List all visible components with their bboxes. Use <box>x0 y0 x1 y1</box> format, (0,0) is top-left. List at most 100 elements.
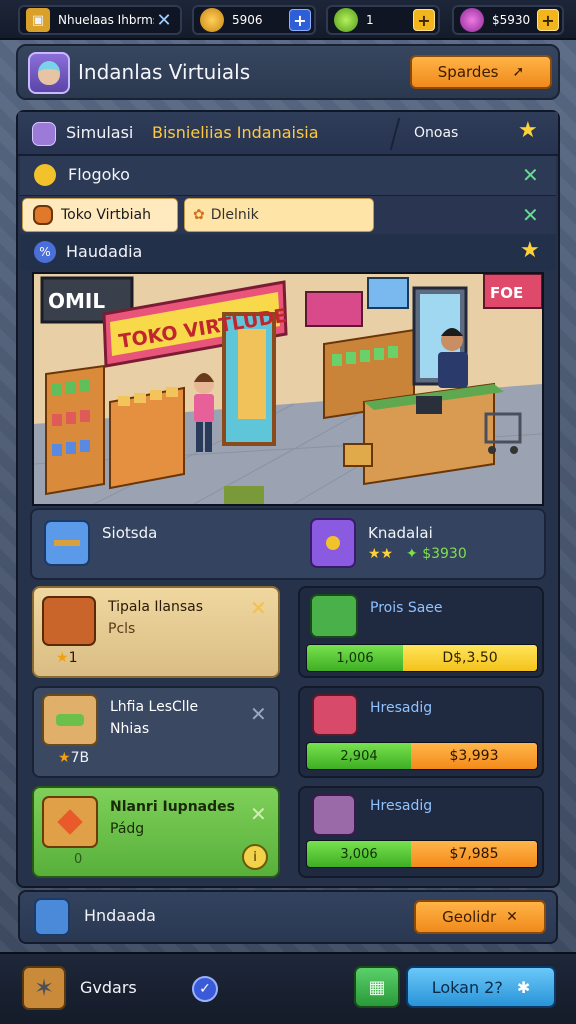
card-text: Lhfia LesClle Nhias <box>110 696 198 740</box>
store-illustration: OMIL TOKO VIRTLUDE FOE <box>34 274 542 504</box>
header-card: Indanlas Virtuials Spardes ➚ <box>16 44 560 100</box>
arrow-icon: ➚ <box>512 64 525 80</box>
product-card-2[interactable]: Lhfia LesClle Nhias ✕ ★7B <box>32 686 280 778</box>
section-label: Flogoko <box>68 165 130 184</box>
price-card-3[interactable]: Hresadig 3,006 $7,985 <box>298 786 544 878</box>
product-card-1[interactable]: Tipala Ilansas Pcls ✕ ★1 <box>32 586 280 678</box>
purple-box-icon <box>312 794 356 836</box>
package-icon <box>34 898 70 936</box>
folder-icon: ▣ <box>26 8 50 32</box>
sim-highlight: Bisnieliias Indanaisia <box>152 123 319 142</box>
cash-value: $5930 <box>492 13 531 27</box>
price-card-1[interactable]: Prois Saee 1,006 D$,3.50 <box>298 586 544 678</box>
gems-value: 1 <box>366 13 374 27</box>
close-icon[interactable]: ✕ <box>522 163 539 187</box>
section-row[interactable]: Flogoko ✕ <box>20 156 556 196</box>
price-card-label: Hresadig <box>370 700 433 716</box>
gem-icon <box>334 8 358 32</box>
search-pill[interactable]: ▣ Nhuelaas Ihbrms ✕ <box>18 5 182 35</box>
calendar-button[interactable]: ▦ <box>354 966 400 1008</box>
price-bar: 3,006 $7,985 <box>306 840 538 868</box>
star-icon[interactable]: ★ <box>520 238 540 263</box>
scene-sign-right: FOE <box>490 284 523 302</box>
card-title: Lhfia LesClle <box>110 699 199 715</box>
close-icon: ✕ <box>506 909 518 925</box>
sparkle-icon: ✱ <box>516 977 531 997</box>
price-card-label: Hresadig <box>370 798 433 814</box>
stats-right-label: Knadalai <box>368 524 433 542</box>
store-scene: OMIL TOKO VIRTLUDE FOE <box>32 272 544 506</box>
coin-stack-icon <box>34 164 56 186</box>
coins-pill: 5906 + <box>192 5 316 35</box>
star-icon[interactable]: ★ <box>518 118 538 143</box>
crate-icon <box>42 596 96 646</box>
page-title: Indanlas Virtuials <box>78 60 251 84</box>
header-action-button[interactable]: Spardes ➚ <box>410 55 552 89</box>
coins-value: 5906 <box>232 13 263 27</box>
sim-right-label: Onoas <box>414 125 459 141</box>
info-button[interactable]: i <box>242 844 268 870</box>
close-icon[interactable]: ✕ <box>154 10 174 31</box>
scene-header-label: Haudadia <box>66 242 143 261</box>
tab-secondary[interactable]: ✿ Dlelnik <box>184 198 374 232</box>
avatar[interactable] <box>28 52 70 94</box>
close-icon[interactable]: ✕ <box>522 203 539 227</box>
tab-toko-virtual[interactable]: Toko Virtbiah <box>22 198 178 232</box>
divider <box>389 118 401 150</box>
add-coins-button[interactable]: + <box>289 9 311 31</box>
price-bar-value: $7,985 <box>411 841 537 867</box>
stats-right-value-wrap: ✦ $3930 <box>406 546 467 562</box>
footer-label: Hndaada <box>84 906 156 925</box>
coin-icon <box>200 8 224 32</box>
storage-box-icon <box>44 520 90 566</box>
card-title: Tipala Ilansas <box>108 599 204 615</box>
scene-sign-left: OMIL <box>48 289 105 313</box>
card-sub: Pádg <box>110 821 145 837</box>
simulation-row[interactable]: Simulasi Bisnieliias Indanaisia Onoas ★ <box>18 112 558 156</box>
close-icon[interactable]: ✕ <box>250 802 267 826</box>
info-icon: % <box>34 241 56 263</box>
gems-pill: 1 + <box>326 5 440 35</box>
card-rating: ★1 <box>56 650 78 666</box>
top-resource-bar: ▣ Nhuelaas Ihbrms ✕ 5906 + 1 + $5930 + <box>0 0 576 40</box>
price-card-label: Prois Saee <box>370 600 443 616</box>
scene-header-row: % Haudadia ★ <box>20 234 556 270</box>
price-bar-green: 2,904 <box>307 743 411 769</box>
cash-pill: $5930 + <box>452 5 564 35</box>
add-gems-button[interactable]: + <box>413 9 435 31</box>
header-action-label: Spardes <box>437 63 499 81</box>
pink-box-icon <box>312 694 358 736</box>
card-rating: 0 <box>74 852 83 867</box>
price-card-2[interactable]: Hresadig 2,904 $3,993 <box>298 686 544 778</box>
shop-icon <box>33 205 53 225</box>
footer-action-button[interactable]: Geolidr ✕ <box>414 900 546 934</box>
tab-label: Toko Virtbiah <box>61 207 151 223</box>
add-cash-button[interactable]: + <box>537 9 559 31</box>
price-bar-green: 1,006 <box>307 645 403 671</box>
close-icon[interactable]: ✕ <box>250 596 267 620</box>
sim-prefix: Simulasi <box>66 123 134 142</box>
card-text: Tipala Ilansas Pcls <box>108 596 203 640</box>
primary-action-button[interactable]: Lokan 2? ✱ <box>406 966 556 1008</box>
check-icon[interactable]: ✓ <box>192 976 218 1002</box>
price-bar-green: 3,006 <box>307 841 411 867</box>
stats-right-value: $3930 <box>422 546 467 562</box>
product-card-3[interactable]: Nlanri Iupnades Pádg ✕ 0 i <box>32 786 280 878</box>
star-badge-icon[interactable]: ✶ <box>22 966 66 1010</box>
upgrade-box-icon <box>310 518 356 568</box>
tab-row: Toko Virtbiah ✿ Dlelnik ✕ <box>20 196 556 234</box>
gift-box-icon <box>42 796 98 848</box>
stats-row: Siotsda Knadalai ★★ ✦ $3930 <box>30 508 546 580</box>
card-text: Nlanri Iupnades Pádg <box>110 796 235 840</box>
avatar-face-icon <box>38 61 60 85</box>
star-icon: ★ <box>56 650 69 666</box>
close-icon[interactable]: ✕ <box>250 702 267 726</box>
bottom-label: Gvdars <box>80 978 137 997</box>
footer-card: Hndaada Geolidr ✕ <box>18 890 558 944</box>
card-rating: ★7B <box>58 750 90 766</box>
produce-crate-icon <box>42 694 98 746</box>
price-bar-value: $3,993 <box>411 743 537 769</box>
card-title: Nlanri Iupnades <box>110 799 235 815</box>
price-bar: 2,904 $3,993 <box>306 742 538 770</box>
stats-left-label: Siotsda <box>102 524 158 542</box>
